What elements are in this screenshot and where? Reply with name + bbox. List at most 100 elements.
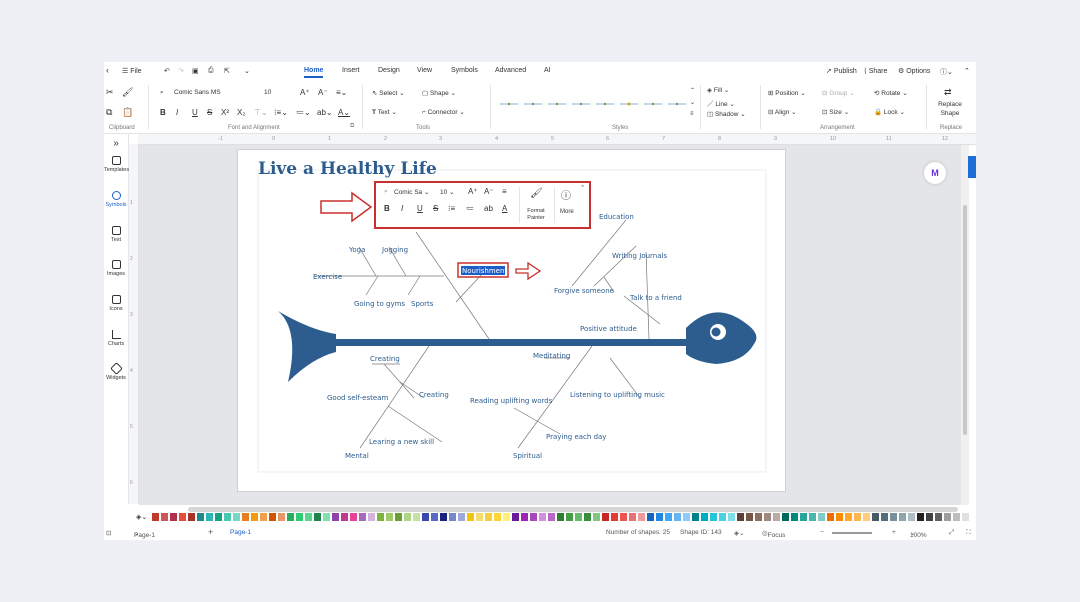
fullscreen-icon[interactable]: ⛶ bbox=[966, 529, 971, 537]
color-swatch[interactable] bbox=[881, 513, 888, 521]
format-painter-icon[interactable]: 🖌 bbox=[530, 188, 543, 199]
label-listening-music[interactable]: Listening to uplifting music bbox=[570, 391, 665, 399]
color-swatch[interactable] bbox=[170, 513, 177, 521]
color-swatch[interactable] bbox=[899, 513, 906, 521]
color-swatch[interactable] bbox=[836, 513, 843, 521]
mini-font-color-icon[interactable]: A bbox=[502, 204, 507, 213]
color-swatch[interactable] bbox=[377, 513, 384, 521]
color-swatch[interactable] bbox=[161, 513, 168, 521]
mini-underline-icon[interactable]: U bbox=[417, 204, 423, 213]
color-swatch[interactable] bbox=[206, 513, 213, 521]
color-swatch[interactable] bbox=[476, 513, 483, 521]
label-education[interactable]: Education bbox=[599, 213, 634, 221]
mini-italic-icon[interactable]: I bbox=[401, 204, 403, 213]
color-swatch[interactable] bbox=[701, 513, 708, 521]
color-swatch[interactable] bbox=[854, 513, 861, 521]
color-swatch[interactable] bbox=[602, 513, 609, 521]
color-swatch[interactable] bbox=[674, 513, 681, 521]
layers-icon[interactable]: ◈⌄ bbox=[734, 529, 744, 537]
color-swatch[interactable] bbox=[449, 513, 456, 521]
more-button[interactable]: More bbox=[560, 209, 574, 215]
format-painter-button[interactable]: Format Painter bbox=[522, 208, 550, 222]
color-swatch[interactable] bbox=[260, 513, 267, 521]
color-swatch[interactable] bbox=[305, 513, 312, 521]
color-swatch[interactable] bbox=[431, 513, 438, 521]
label-positive-attitude[interactable]: Positive attitude bbox=[580, 325, 637, 333]
label-sports[interactable]: Sports bbox=[411, 300, 434, 308]
color-swatch[interactable] bbox=[953, 513, 960, 521]
color-swatch[interactable] bbox=[152, 513, 159, 521]
color-swatch[interactable] bbox=[215, 513, 222, 521]
color-swatch[interactable] bbox=[485, 513, 492, 521]
color-swatch[interactable] bbox=[521, 513, 528, 521]
color-swatch[interactable] bbox=[332, 513, 339, 521]
label-writing-journals[interactable]: Writing Journals bbox=[612, 252, 667, 260]
mini-size-select[interactable]: 10 ⌄ bbox=[440, 188, 455, 196]
mini-text-case-icon[interactable]: ab bbox=[484, 204, 493, 213]
nourishment-label[interactable]: Nourishment bbox=[462, 267, 507, 275]
zoom-in-icon[interactable]: + bbox=[892, 529, 896, 536]
label-praying[interactable]: Praying each day bbox=[546, 433, 606, 441]
label-learning-new-skill[interactable]: Learing a new skill bbox=[369, 438, 434, 446]
color-swatch[interactable] bbox=[278, 513, 285, 521]
color-swatch[interactable] bbox=[656, 513, 663, 521]
mini-align-icon[interactable]: ≡ bbox=[502, 187, 507, 196]
color-swatch[interactable] bbox=[404, 513, 411, 521]
color-swatch[interactable] bbox=[395, 513, 402, 521]
color-swatch[interactable] bbox=[242, 513, 249, 521]
color-swatch[interactable] bbox=[341, 513, 348, 521]
color-swatch[interactable] bbox=[233, 513, 240, 521]
color-swatch[interactable] bbox=[737, 513, 744, 521]
color-swatch[interactable] bbox=[458, 513, 465, 521]
color-swatch[interactable] bbox=[503, 513, 510, 521]
color-swatch[interactable] bbox=[188, 513, 195, 521]
color-swatch[interactable] bbox=[269, 513, 276, 521]
mini-strikethrough-icon[interactable]: S bbox=[433, 204, 438, 213]
color-swatch[interactable] bbox=[593, 513, 600, 521]
color-swatch[interactable] bbox=[890, 513, 897, 521]
color-swatch[interactable] bbox=[809, 513, 816, 521]
label-creating-2[interactable]: Creating bbox=[419, 391, 449, 399]
zoom-out-icon[interactable]: − bbox=[820, 529, 824, 536]
color-swatch[interactable] bbox=[575, 513, 582, 521]
label-going-to-gyms[interactable]: Going to gyms bbox=[354, 300, 405, 308]
mini-decrease-font-icon[interactable]: A⁻ bbox=[484, 187, 494, 196]
color-swatch[interactable] bbox=[566, 513, 573, 521]
add-page-icon[interactable]: + bbox=[208, 527, 213, 537]
color-swatch[interactable] bbox=[197, 513, 204, 521]
color-swatch[interactable] bbox=[638, 513, 645, 521]
color-swatch[interactable] bbox=[962, 513, 969, 521]
color-swatch[interactable] bbox=[917, 513, 924, 521]
color-swatch[interactable] bbox=[512, 513, 519, 521]
color-swatch[interactable] bbox=[845, 513, 852, 521]
color-swatch[interactable] bbox=[719, 513, 726, 521]
mini-numbered-list-icon[interactable]: ⁝≡ bbox=[448, 204, 455, 213]
color-swatch[interactable] bbox=[584, 513, 591, 521]
color-swatch[interactable] bbox=[323, 513, 330, 521]
label-mental[interactable]: Mental bbox=[345, 452, 369, 460]
color-swatch[interactable] bbox=[467, 513, 474, 521]
zoom-level[interactable]: 100% ⌄ bbox=[910, 529, 927, 539]
color-swatch[interactable] bbox=[557, 513, 564, 521]
color-swatch[interactable] bbox=[440, 513, 447, 521]
fill-bucket-icon[interactable]: ◈⌄ bbox=[136, 513, 147, 521]
color-swatch[interactable] bbox=[665, 513, 672, 521]
color-swatch[interactable] bbox=[791, 513, 798, 521]
page-tab[interactable]: Page-1 bbox=[230, 529, 251, 536]
color-swatch[interactable] bbox=[530, 513, 537, 521]
color-swatch[interactable] bbox=[800, 513, 807, 521]
color-swatch[interactable] bbox=[647, 513, 654, 521]
color-swatch[interactable] bbox=[746, 513, 753, 521]
color-swatch[interactable] bbox=[413, 513, 420, 521]
label-talk-to-friend[interactable]: Talk to a friend bbox=[629, 294, 682, 302]
color-swatch[interactable] bbox=[359, 513, 366, 521]
color-swatch[interactable] bbox=[935, 513, 942, 521]
color-swatch[interactable] bbox=[629, 513, 636, 521]
label-exercise[interactable]: Exercise bbox=[313, 273, 342, 281]
color-swatch[interactable] bbox=[872, 513, 879, 521]
color-swatch[interactable] bbox=[179, 513, 186, 521]
mini-bullet-list-icon[interactable]: ≔ bbox=[466, 204, 474, 213]
label-forgive-someone[interactable]: Forgive someone bbox=[554, 287, 614, 295]
color-swatch[interactable] bbox=[287, 513, 294, 521]
color-swatch[interactable] bbox=[818, 513, 825, 521]
